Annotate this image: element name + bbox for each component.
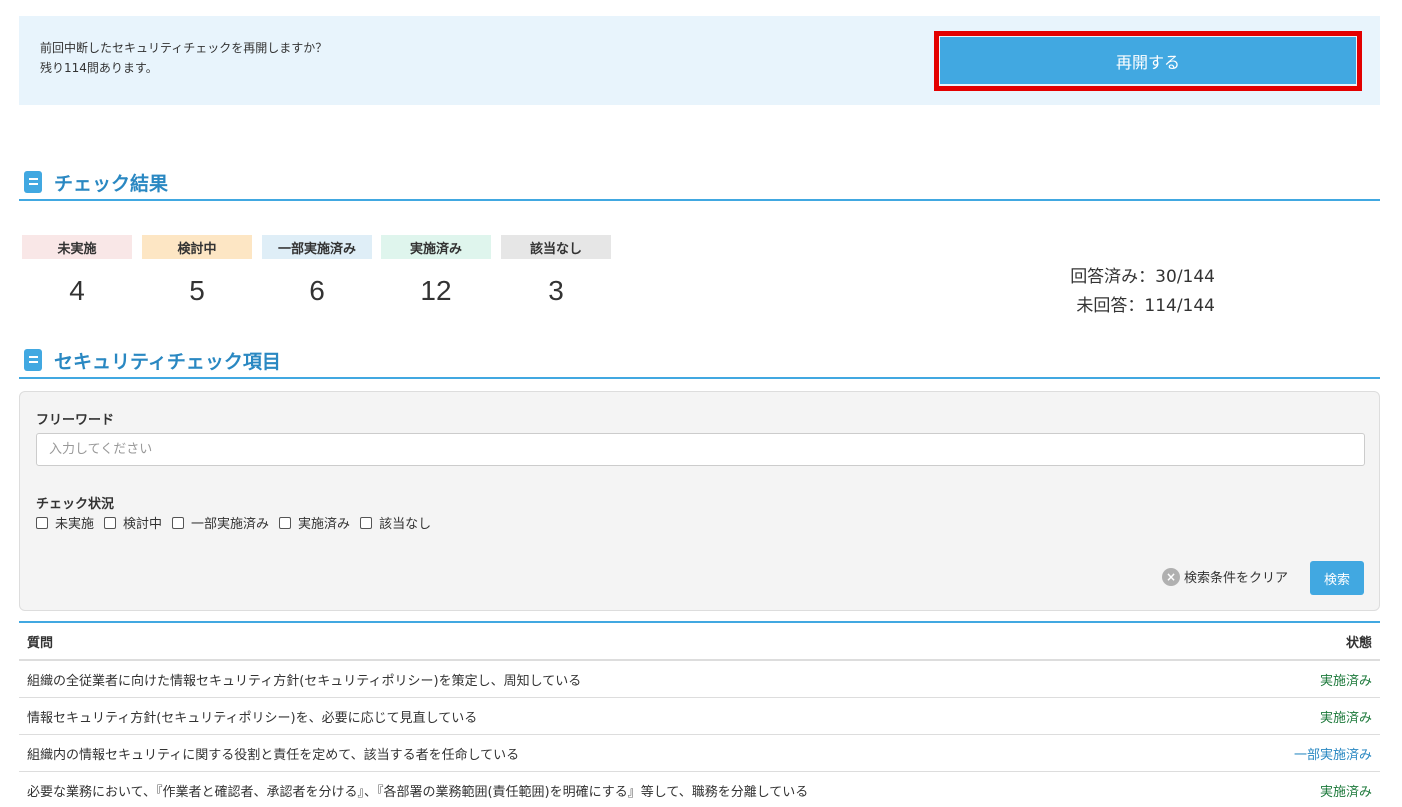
checkbox-label: 未実施 <box>55 517 95 532</box>
filter-not-implemented[interactable]: 未実施 <box>36 513 94 532</box>
stat-label: 該当なし <box>501 235 611 259</box>
checkbox-label: 検討中 <box>123 517 163 532</box>
question-text[interactable]: 組織内の情報セキュリティに関する役割と責任を定めて、該当する者を任命している <box>27 744 519 763</box>
search-button[interactable]: 検索 <box>1310 561 1364 595</box>
status-filter-label: チェック状況 <box>36 497 115 512</box>
check-items-title: セキュリティチェック項目 <box>54 351 281 373</box>
stat-implemented: 実施済み 12 <box>381 235 491 307</box>
clear-icon: × <box>1162 567 1180 586</box>
question-status: 実施済み <box>1319 673 1372 689</box>
table-row[interactable]: 組織内の情報セキュリティに関する役割と責任を定めて、該当する者を任命している 一… <box>19 735 1380 772</box>
stat-label: 一部実施済み <box>262 235 372 259</box>
stat-count: 5 <box>189 275 205 306</box>
filter-implemented[interactable]: 実施済み <box>279 513 350 532</box>
question-status: 実施済み <box>1319 784 1372 800</box>
question-status: 実施済み <box>1319 710 1372 726</box>
resume-message-line2: 残り114問あります。 <box>40 61 158 75</box>
answered-count: 回答済み：30/144 <box>1070 267 1215 287</box>
resume-banner: 前回中断したセキュリティチェックを再開しますか？ 残り114問あります。 再開す… <box>19 16 1380 105</box>
questions-table: 質問 状態 組織の全従業者に向けた情報セキュリティ方針(セキュリティポリシー)を… <box>19 621 1380 807</box>
column-status: 状態 <box>1345 635 1372 651</box>
checkbox[interactable] <box>104 516 117 529</box>
stat-label: 検討中 <box>142 235 252 259</box>
resume-message: 前回中断したセキュリティチェックを再開しますか？ 残り114問あります。 <box>40 38 327 78</box>
freeword-label: フリーワード <box>36 413 115 428</box>
stat-count: 6 <box>309 275 325 306</box>
table-header: 質問 状態 <box>19 623 1380 661</box>
checkbox[interactable] <box>279 516 292 529</box>
column-question: 質問 <box>27 635 54 651</box>
checkbox-label: 実施済み <box>298 517 351 532</box>
checkbox[interactable] <box>172 516 185 529</box>
clear-conditions-label: 検索条件をクリア <box>1184 571 1289 586</box>
question-text[interactable]: 情報セキュリティ方針(セキュリティポリシー)を、必要に応じて見直している <box>27 707 477 726</box>
stat-under-review: 検討中 5 <box>142 235 252 307</box>
table-row[interactable]: 必要な業務において、『作業者と確認者、承認者を分ける』、『各部署の業務範囲(責任… <box>19 772 1380 807</box>
search-panel: フリーワード チェック状況 未実施 検討中 一部実施済み 実施済み 該当なし ×… <box>19 391 1380 611</box>
resume-message-line1: 前回中断したセキュリティチェックを再開しますか？ <box>40 41 328 55</box>
clear-conditions-link[interactable]: × 検索条件をクリア <box>1162 567 1288 586</box>
filter-under-review[interactable]: 検討中 <box>104 513 162 532</box>
stat-not-implemented: 未実施 4 <box>22 235 132 307</box>
status-filter-group: 未実施 検討中 一部実施済み 実施済み 該当なし <box>36 513 441 532</box>
stat-partially-implemented: 一部実施済み 6 <box>262 235 372 307</box>
question-text[interactable]: 組織の全従業者に向けた情報セキュリティ方針(セキュリティポリシー)を策定し、周知… <box>27 670 581 689</box>
checkbox-label: 該当なし <box>379 517 432 532</box>
table-row[interactable]: 組織の全従業者に向けた情報セキュリティ方針(セキュリティポリシー)を策定し、周知… <box>19 661 1380 698</box>
question-text[interactable]: 必要な業務において、『作業者と確認者、承認者を分ける』、『各部署の業務範囲(責任… <box>27 781 808 800</box>
filter-partially-implemented[interactable]: 一部実施済み <box>172 513 269 532</box>
table-row[interactable]: 情報セキュリティ方針(セキュリティポリシー)を、必要に応じて見直している 実施済… <box>19 698 1380 735</box>
check-items-heading: セキュリティチェック項目 <box>19 339 1380 379</box>
stat-count: 12 <box>420 275 452 306</box>
freeword-input[interactable] <box>36 433 1365 466</box>
question-status: 一部実施済み <box>1293 747 1372 763</box>
filter-not-applicable[interactable]: 該当なし <box>360 513 431 532</box>
answer-progress: 回答済み：30/144 未回答：114/144 <box>1045 263 1215 321</box>
checkbox[interactable] <box>360 516 373 529</box>
stat-label: 未実施 <box>22 235 132 259</box>
book-icon <box>24 349 42 371</box>
stat-count: 3 <box>548 275 564 306</box>
book-icon <box>24 171 42 193</box>
resume-button[interactable]: 再開する <box>940 37 1356 84</box>
check-results-title: チェック結果 <box>54 173 169 195</box>
checkbox[interactable] <box>36 516 48 529</box>
stat-not-applicable: 該当なし 3 <box>501 235 611 307</box>
checkbox-label: 一部実施済み <box>191 517 270 532</box>
unanswered-count: 未回答：114/144 <box>1076 296 1215 316</box>
stat-label: 実施済み <box>381 235 491 259</box>
check-results-heading: チェック結果 <box>19 161 1380 201</box>
stat-count: 4 <box>69 275 85 306</box>
